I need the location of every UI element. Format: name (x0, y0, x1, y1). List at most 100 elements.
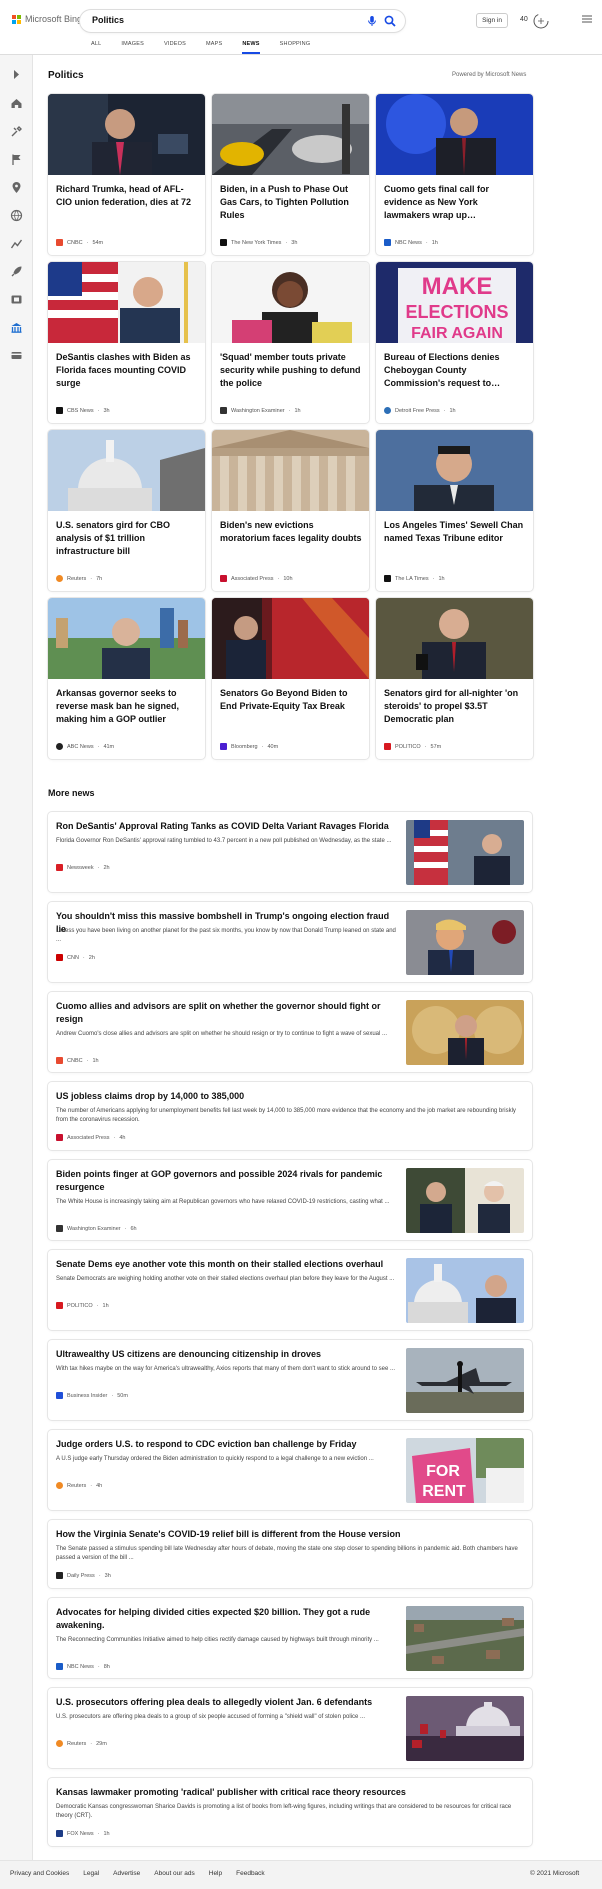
news-list-item[interactable]: Kansas lawmaker promoting 'radical' publ… (48, 1778, 532, 1846)
film-icon[interactable] (10, 293, 23, 306)
source-name[interactable]: Reuters (67, 1741, 86, 1747)
source-name[interactable]: Newsweek (67, 865, 94, 871)
source-name[interactable]: The New York Times (231, 240, 281, 246)
source-name[interactable]: FOX News (67, 1831, 94, 1837)
card-title[interactable]: Senators gird for all-nighter 'on steroi… (384, 687, 526, 726)
chevron-right-icon[interactable] (10, 68, 23, 81)
source-name[interactable]: CBS News (67, 408, 94, 414)
chart-icon[interactable] (10, 237, 23, 250)
bank-icon[interactable] (10, 321, 23, 334)
search-query[interactable]: Politics (92, 15, 124, 25)
news-card[interactable]: Cuomo gets final call for evidence as Ne… (376, 94, 533, 255)
tools-icon[interactable] (10, 125, 23, 138)
tab-maps[interactable]: MAPS (206, 41, 222, 54)
news-list-item[interactable]: Biden points finger at GOP governors and… (48, 1160, 532, 1240)
news-list-item[interactable]: Ultrawealthy US citizens are denouncing … (48, 1340, 532, 1420)
rocket-icon[interactable] (10, 265, 23, 278)
item-title[interactable]: Cuomo allies and advisors are split on w… (56, 1000, 386, 1026)
source-name[interactable]: CNBC (67, 240, 83, 246)
news-card[interactable]: Los Angeles Times' Sewell Chan named Tex… (376, 430, 533, 591)
home-icon[interactable] (10, 97, 23, 110)
microphone-icon[interactable] (365, 14, 379, 28)
powered-by-label[interactable]: Powered by Microsoft News (452, 72, 526, 78)
globe-icon[interactable] (10, 209, 23, 222)
rewards-points[interactable]: 40 (520, 16, 528, 23)
source-name[interactable]: Associated Press (231, 576, 274, 582)
news-card[interactable]: Richard Trumka, head of AFL-CIO union fe… (48, 94, 205, 255)
news-list-item[interactable]: Judge orders U.S. to respond to CDC evic… (48, 1430, 532, 1510)
card-title[interactable]: Senators Go Beyond Biden to End Private-… (220, 687, 362, 713)
source-name[interactable]: ABC News (67, 744, 94, 750)
source-name[interactable]: Reuters (67, 576, 86, 582)
tab-news[interactable]: NEWS (242, 41, 260, 54)
source-name[interactable]: The LA Times (395, 576, 429, 582)
item-title[interactable]: Ron DeSantis' Approval Rating Tanks as C… (56, 820, 396, 833)
news-list-item[interactable]: How the Virginia Senate's COVID-19 relie… (48, 1520, 532, 1588)
card-title[interactable]: Los Angeles Times' Sewell Chan named Tex… (384, 519, 526, 545)
news-list-item[interactable]: Cuomo allies and advisors are split on w… (48, 992, 532, 1072)
news-list-item[interactable]: US jobless claims drop by 14,000 to 385,… (48, 1082, 532, 1150)
tab-videos[interactable]: VIDEOS (164, 41, 186, 54)
item-title[interactable]: How the Virginia Senate's COVID-19 relie… (56, 1528, 524, 1541)
source-name[interactable]: Daily Press (67, 1573, 95, 1579)
source-name[interactable]: CNBC (67, 1058, 83, 1064)
flag-icon[interactable] (10, 153, 23, 166)
hamburger-menu-icon[interactable] (582, 14, 592, 24)
news-card[interactable]: 'Squad' member touts private security wh… (212, 262, 369, 423)
source-name[interactable]: Associated Press (67, 1135, 110, 1141)
news-list-item[interactable]: Senate Dems eye another vote this month … (48, 1250, 532, 1330)
source-name[interactable]: CNN (67, 955, 79, 961)
news-list-item[interactable]: U.S. prosecutors offering plea deals to … (48, 1688, 532, 1768)
source-name[interactable]: POLITICO (67, 1303, 93, 1309)
card-title[interactable]: U.S. senators gird for CBO analysis of $… (56, 519, 198, 558)
location-icon[interactable] (10, 181, 23, 194)
card-title[interactable]: Bureau of Elections denies Cheboygan Cou… (384, 351, 526, 390)
news-card[interactable]: MAKE ELECTIONS FAIR AGAIN Bureau of Electi… (376, 262, 533, 423)
footer-link-privacy[interactable]: Privacy and Cookies (10, 1870, 69, 1877)
card-icon[interactable] (10, 349, 23, 362)
bing-logo[interactable]: Microsoft Bing (12, 14, 82, 24)
card-title[interactable]: 'Squad' member touts private security wh… (220, 351, 362, 390)
source-name[interactable]: Reuters (67, 1483, 86, 1489)
source-name[interactable]: NBC News (67, 1664, 94, 1670)
source-name[interactable]: Business Insider (67, 1393, 107, 1399)
card-title[interactable]: Richard Trumka, head of AFL-CIO union fe… (56, 183, 198, 209)
footer-link-legal[interactable]: Legal (83, 1870, 99, 1877)
card-title[interactable]: Biden's new evictions moratorium faces l… (220, 519, 362, 545)
news-card[interactable]: Biden, in a Push to Phase Out Gas Cars, … (212, 94, 369, 255)
news-card[interactable]: Arkansas governor seeks to reverse mask … (48, 598, 205, 759)
sign-in-button[interactable]: Sign in (476, 13, 508, 28)
item-title[interactable]: U.S. prosecutors offering plea deals to … (56, 1696, 396, 1709)
footer-link-help[interactable]: Help (209, 1870, 222, 1877)
footer-link-feedback[interactable]: Feedback (236, 1870, 265, 1877)
news-list-item[interactable]: Advocates for helping divided cities exp… (48, 1598, 532, 1678)
footer-link-advertise[interactable]: Advertise (113, 1870, 140, 1877)
item-title[interactable]: Kansas lawmaker promoting 'radical' publ… (56, 1786, 524, 1799)
item-title[interactable]: Biden points finger at GOP governors and… (56, 1168, 396, 1194)
source-name[interactable]: POLITICO (395, 744, 421, 750)
news-list-item[interactable]: Ron DeSantis' Approval Rating Tanks as C… (48, 812, 532, 892)
rewards-icon[interactable] (532, 12, 550, 30)
news-card[interactable]: DeSantis clashes with Biden as Florida f… (48, 262, 205, 423)
source-name[interactable]: Washington Examiner (231, 408, 285, 414)
news-card[interactable]: Senators gird for all-nighter 'on steroi… (376, 598, 533, 759)
item-title[interactable]: Ultrawealthy US citizens are denouncing … (56, 1348, 396, 1361)
item-title[interactable]: US jobless claims drop by 14,000 to 385,… (56, 1090, 524, 1103)
tab-all[interactable]: ALL (91, 41, 101, 54)
tab-shopping[interactable]: SHOPPING (280, 41, 311, 54)
card-title[interactable]: DeSantis clashes with Biden as Florida f… (56, 351, 198, 390)
card-title[interactable]: Arkansas governor seeks to reverse mask … (56, 687, 198, 726)
source-name[interactable]: Detroit Free Press (395, 408, 440, 414)
card-title[interactable]: Biden, in a Push to Phase Out Gas Cars, … (220, 183, 362, 222)
card-title[interactable]: Cuomo gets final call for evidence as Ne… (384, 183, 526, 222)
source-name[interactable]: NBC News (395, 240, 422, 246)
source-name[interactable]: Bloomberg (231, 744, 258, 750)
search-icon[interactable] (383, 14, 397, 28)
item-title[interactable]: Senate Dems eye another vote this month … (56, 1258, 396, 1271)
source-name[interactable]: Washington Examiner (67, 1226, 121, 1232)
search-box[interactable]: Politics (80, 10, 405, 32)
footer-link-about-ads[interactable]: About our ads (154, 1870, 194, 1877)
item-title[interactable]: Advocates for helping divided cities exp… (56, 1606, 386, 1632)
tab-images[interactable]: IMAGES (121, 41, 144, 54)
news-card[interactable]: U.S. senators gird for CBO analysis of $… (48, 430, 205, 591)
